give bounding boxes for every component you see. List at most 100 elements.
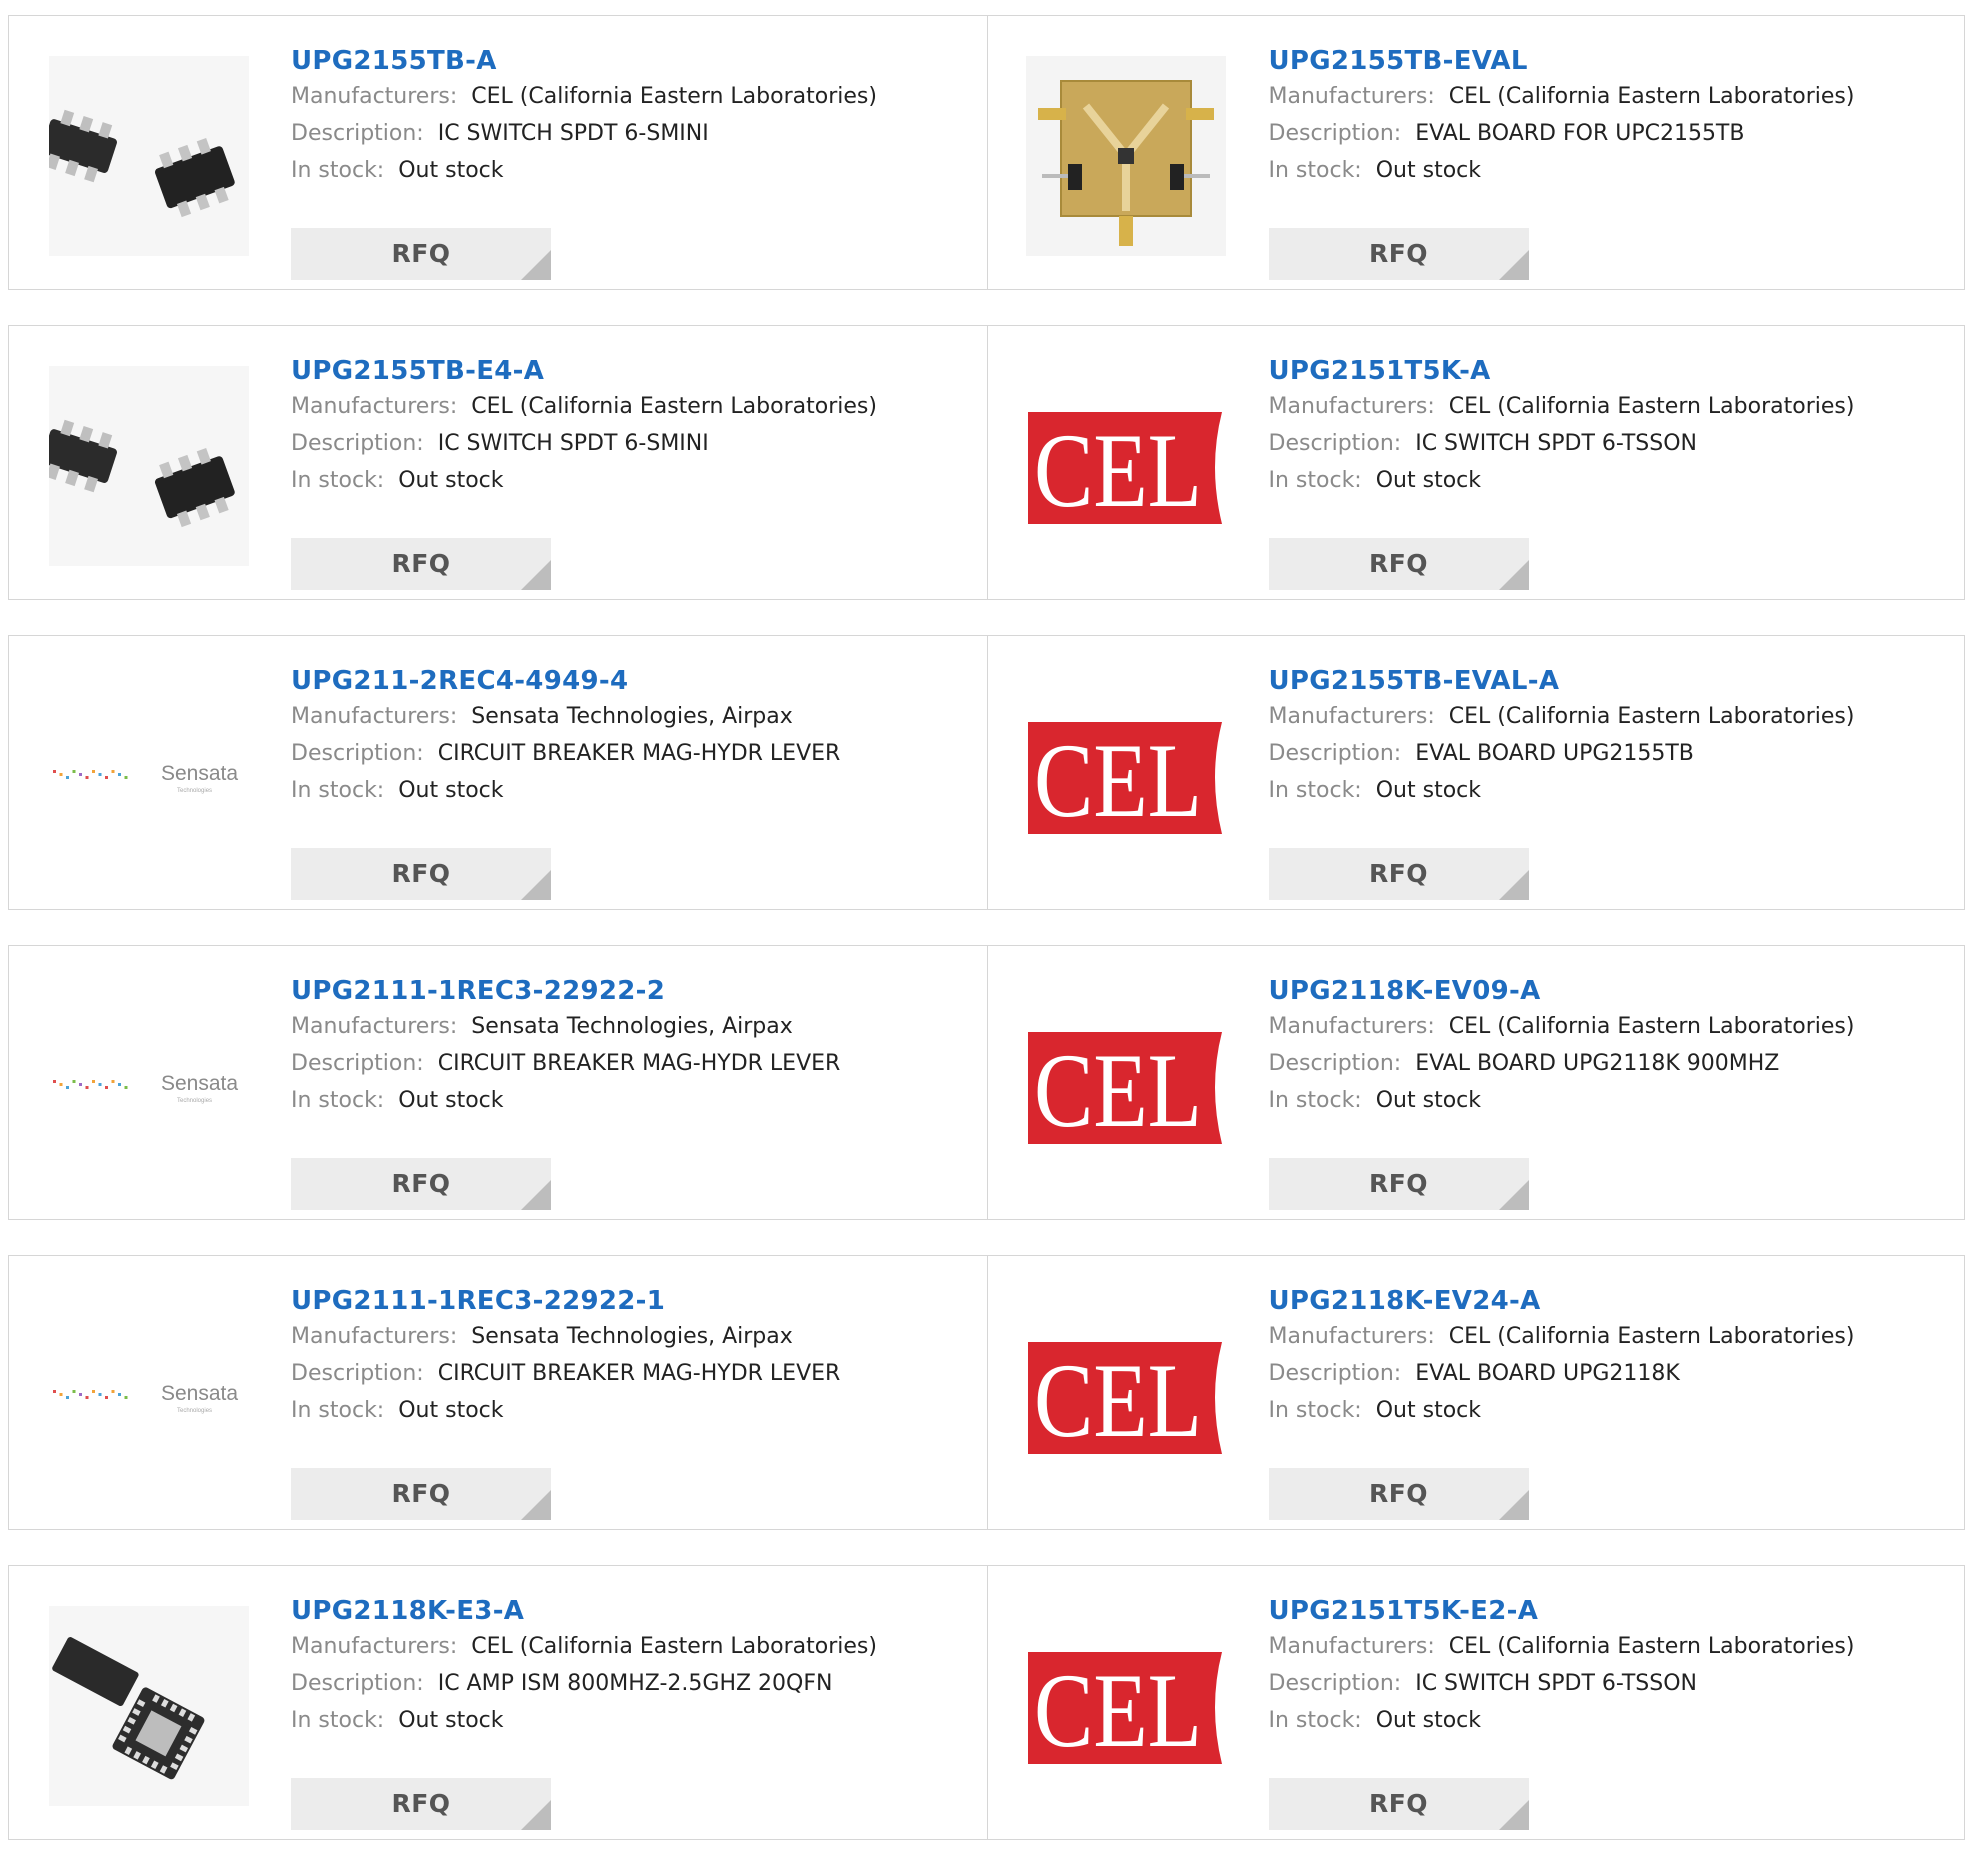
product-image[interactable]: CEL [1025,1296,1226,1496]
stock-line: In stock: Out stock [1269,1082,1855,1119]
rfq-button[interactable]: RFQ [291,538,551,590]
rfq-button[interactable]: RFQ [291,848,551,900]
sot-chip-icon [49,366,249,566]
product-info: UPG2151T5K-A Manufacturers: CEL (Californ… [1268,354,1855,590]
description-line: Description: IC SWITCH SPDT 6-TSSON [1269,1665,1855,1702]
manufacturer-value: Sensata Technologies, Airpax [471,704,793,729]
stock-label: In stock: [291,468,385,493]
product-title-link[interactable]: UPG211-2REC4-4949-4 [291,664,840,698]
stock-label: In stock: [291,1398,385,1423]
manufacturer-line: Manufacturers: Sensata Technologies, Airp… [291,1318,840,1355]
product-image[interactable]: Sensata Technologies [49,676,249,876]
product-image[interactable]: CEL [1025,986,1226,1186]
manufacturer-label: Manufacturers: [291,1634,458,1659]
cel-logo-icon: CEL [1025,1606,1226,1806]
stock-line: In stock: Out stock [1269,1702,1855,1739]
product-row: Sensata Technologies UPG211-2REC4-4949-4 … [8,635,1965,910]
manufacturer-value: Sensata Technologies, Airpax [471,1324,793,1349]
description-label: Description: [1268,431,1402,456]
product-title-link[interactable]: UPG2118K-EV09-A [1269,974,1855,1008]
product-image[interactable]: CEL [1025,676,1226,876]
stock-value: Out stock [398,1088,504,1113]
rfq-button[interactable]: RFQ [291,1158,551,1210]
product-image[interactable] [49,56,249,256]
manufacturer-value: CEL (California Eastern Laboratories) [1448,1634,1855,1659]
description-value: IC AMP ISM 800MHZ-2.5GHZ 20QFN [437,1671,833,1696]
corner-decoration [1498,870,1529,900]
cel-logo-icon: CEL [1025,366,1226,566]
rfq-button[interactable]: RFQ [291,228,551,280]
product-image[interactable] [1025,56,1226,256]
product-title-link[interactable]: UPG2118K-EV24-A [1269,1284,1855,1318]
svg-text:CEL: CEL [1034,1652,1202,1769]
corner-decoration [521,1800,551,1830]
svg-text:Sensata: Sensata [161,1072,238,1095]
product-info: UPG2118K-EV24-A Manufacturers: CEL (Calif… [1268,1284,1855,1520]
product-title-link[interactable]: UPG2155TB-A [291,44,877,78]
product-title-link[interactable]: UPG2151T5K-A [1269,354,1855,388]
product-row: Sensata Technologies UPG2111-1REC3-22922-… [8,1255,1965,1530]
manufacturer-label: Manufacturers: [1268,84,1435,109]
stock-value: Out stock [398,1708,504,1733]
description-label: Description: [291,121,424,146]
product-title-link[interactable]: UPG2111-1REC3-22922-1 [291,1284,840,1318]
description-value: EVAL BOARD FOR UPC2155TB [1415,121,1745,146]
product-image[interactable]: CEL [1025,1606,1226,1806]
description-value: CIRCUIT BREAKER MAG-HYDR LEVER [437,1361,841,1386]
product-title-link[interactable]: UPG2155TB-E4-A [291,354,877,388]
stock-value: Out stock [1375,468,1481,493]
stock-line: In stock: Out stock [1269,772,1855,809]
rfq-button[interactable]: RFQ [291,1468,551,1520]
description-label: Description: [291,1671,424,1696]
stock-label: In stock: [1268,1088,1362,1113]
manufacturer-value: CEL (California Eastern Laboratories) [471,1634,877,1659]
manufacturer-value: CEL (California Eastern Laboratories) [1448,394,1855,419]
description-value: EVAL BOARD UPG2118K 900MHZ [1415,1051,1780,1076]
product-card: CEL UPG2151T5K-E2-A Manufacturers: CEL (C… [986,1566,1965,1839]
product-title-link[interactable]: UPG2155TB-EVAL-A [1269,664,1855,698]
corner-decoration [521,1180,551,1210]
corner-decoration [1498,1180,1529,1210]
rfq-label: RFQ [1368,859,1429,888]
product-title-link[interactable]: UPG2151T5K-E2-A [1269,1594,1855,1628]
rfq-button[interactable]: RFQ [1268,1158,1529,1210]
manufacturer-label: Manufacturers: [1268,1324,1435,1349]
product-title-link[interactable]: UPG2111-1REC3-22922-2 [291,974,840,1008]
product-image[interactable]: Sensata Technologies [49,1296,249,1496]
svg-text:Technologies: Technologies [177,1098,212,1104]
rfq-button[interactable]: RFQ [1268,538,1529,590]
description-line: Description: CIRCUIT BREAKER MAG-HYDR LEV… [291,1045,840,1082]
rfq-button[interactable]: RFQ [1268,1468,1529,1520]
product-info: UPG2155TB-EVAL-A Manufacturers: CEL (Cali… [1268,664,1855,900]
rfq-button[interactable]: RFQ [1268,1778,1529,1830]
stock-label: In stock: [291,778,385,803]
rfq-button[interactable]: RFQ [1268,848,1529,900]
rfq-button[interactable]: RFQ [291,1778,551,1830]
rfq-label: RFQ [391,859,451,888]
product-image[interactable]: Sensata Technologies [49,986,249,1186]
product-image[interactable] [49,1606,249,1806]
manufacturer-value: CEL (California Eastern Laboratories) [1448,704,1855,729]
rfq-button[interactable]: RFQ [1268,228,1529,280]
manufacturer-line: Manufacturers: CEL (California Eastern La… [1269,388,1855,425]
product-title-link[interactable]: UPG2155TB-EVAL [1269,44,1855,78]
rfq-label: RFQ [391,549,451,578]
product-image[interactable]: CEL [1025,366,1226,566]
rfq-label: RFQ [391,1479,451,1508]
stock-line: In stock: Out stock [1269,1392,1855,1429]
corner-decoration [521,250,551,280]
description-value: IC SWITCH SPDT 6-TSSON [1415,1671,1697,1696]
stock-value: Out stock [1375,778,1481,803]
product-title-link[interactable]: UPG2118K-E3-A [291,1594,877,1628]
stock-label: In stock: [1268,1708,1362,1733]
product-info: UPG2155TB-EVAL Manufacturers: CEL (Califo… [1268,44,1855,280]
stock-value: Out stock [398,468,504,493]
product-image[interactable] [49,366,249,566]
corner-decoration [1498,560,1529,590]
product-info: UPG2118K-EV09-A Manufacturers: CEL (Calif… [1268,974,1855,1210]
stock-line: In stock: Out stock [291,1702,877,1739]
manufacturer-line: Manufacturers: CEL (California Eastern La… [291,78,877,115]
manufacturer-label: Manufacturers: [291,1324,458,1349]
product-grid: UPG2155TB-A Manufacturers: CEL (Californi… [8,15,1965,1875]
rfq-label: RFQ [1368,239,1429,268]
